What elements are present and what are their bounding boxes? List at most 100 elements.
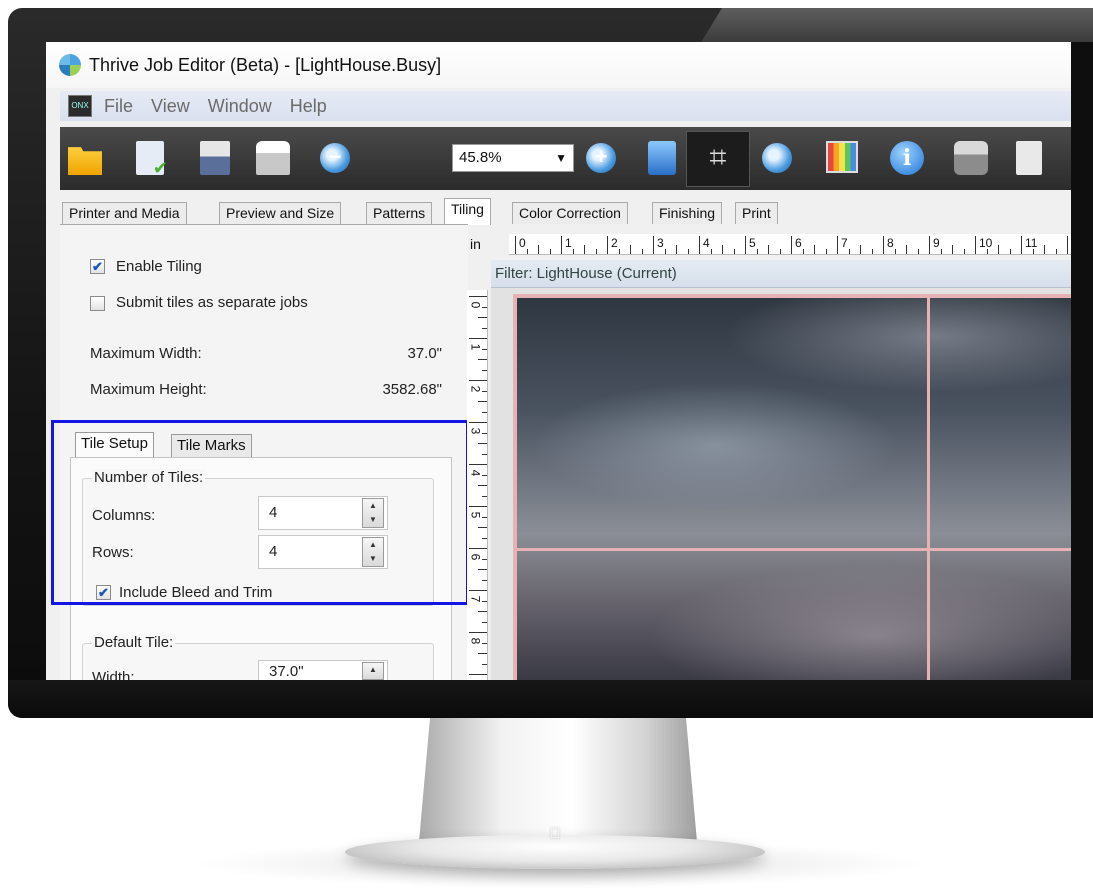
vertical-ruler: 0123456789 xyxy=(467,290,488,680)
ruler-minor-tick xyxy=(757,249,758,254)
ruler-minor-tick xyxy=(596,249,597,254)
menu-view[interactable]: View xyxy=(151,96,190,117)
open-folder-icon[interactable] xyxy=(68,141,102,175)
info-icon[interactable]: i xyxy=(890,141,924,175)
ruler-label: 0 xyxy=(468,302,482,309)
submit-separate-label: Submit tiles as separate jobs xyxy=(116,294,308,311)
ruler-label: 7 xyxy=(468,596,482,603)
ruler-minor-tick xyxy=(619,249,620,254)
tab-printer-and-media[interactable]: Printer and Media xyxy=(62,202,187,224)
tab-tiling[interactable]: Tiling xyxy=(444,198,491,225)
ruler-minor-tick xyxy=(711,249,712,254)
enable-tiling-checkbox[interactable]: ✔ xyxy=(90,259,105,274)
ruler-major-tick xyxy=(469,548,487,549)
max-width-value: 37.0" xyxy=(340,345,442,362)
menu-bar: ONX File View Window Help xyxy=(60,91,1071,121)
tab-color-correction[interactable]: Color Correction xyxy=(512,202,628,224)
ruler-minor-tick xyxy=(964,249,965,254)
ruler-minor-tick xyxy=(482,412,487,413)
ruler-label: 5 xyxy=(468,512,482,519)
color-swatch-icon[interactable] xyxy=(826,141,858,173)
ruler-minor-tick xyxy=(478,485,487,486)
ruler-major-tick xyxy=(607,236,608,254)
tab-patterns[interactable]: Patterns xyxy=(366,202,432,224)
ruler-minor-tick xyxy=(482,580,487,581)
ruler-minor-tick xyxy=(688,249,689,254)
save-icon[interactable] xyxy=(200,141,230,175)
preview-icon[interactable] xyxy=(648,141,676,175)
ruler-major-tick xyxy=(469,422,487,423)
ruler-minor-tick xyxy=(538,245,539,254)
highlight-box xyxy=(51,420,469,605)
tab-print[interactable]: Print xyxy=(735,202,778,224)
ruler-minor-tick xyxy=(482,454,487,455)
tile-border-left xyxy=(513,294,517,680)
ruler-minor-tick xyxy=(734,249,735,254)
ruler-label: 2 xyxy=(468,386,482,393)
ruler-major-tick xyxy=(469,674,487,675)
ruler-major-tick xyxy=(469,380,487,381)
zoom-in-icon[interactable]: + xyxy=(586,143,616,173)
submit-separate-checkbox[interactable] xyxy=(90,296,105,311)
ruler-major-tick xyxy=(515,236,516,254)
ruler-major-tick xyxy=(791,236,792,254)
ruler-major-tick xyxy=(1021,236,1022,254)
zoom-select[interactable]: 45.8% ▼ xyxy=(452,144,574,172)
ruler-minor-tick xyxy=(478,611,487,612)
ruler-major-tick xyxy=(837,236,838,254)
ruler-minor-tick xyxy=(780,249,781,254)
ruler-major-tick xyxy=(469,506,487,507)
crop-tool-button[interactable]: ⌗ xyxy=(686,131,750,187)
tile-divider-horizontal[interactable] xyxy=(513,548,1071,551)
tab-preview-and-size[interactable]: Preview and Size xyxy=(219,202,341,224)
ruler-minor-tick xyxy=(768,245,769,254)
ruler-minor-tick xyxy=(1010,249,1011,254)
ruler-label: 8 xyxy=(887,236,894,250)
ruler-minor-tick xyxy=(482,328,487,329)
window-title: Thrive Job Editor (Beta) - [LightHouse.B… xyxy=(89,55,441,76)
ruler-minor-tick xyxy=(482,538,487,539)
tab-finishing[interactable]: Finishing xyxy=(652,202,722,224)
thrive-app-icon xyxy=(59,54,81,76)
ruler-minor-tick xyxy=(482,643,487,644)
ruler-minor-tick xyxy=(584,245,585,254)
ruler-minor-tick xyxy=(478,443,487,444)
document-settings-icon[interactable] xyxy=(1016,141,1042,175)
edit-document-icon[interactable] xyxy=(136,141,164,175)
filter-bar: Filter: LightHouse (Current) xyxy=(491,260,1071,288)
ruler-major-tick xyxy=(1067,236,1068,254)
ruler-label: 4 xyxy=(468,470,482,477)
ruler-minor-tick xyxy=(478,359,487,360)
ruler-label: 5 xyxy=(749,236,756,250)
ruler-major-tick xyxy=(561,236,562,254)
ruler-label: 0 xyxy=(519,236,526,250)
max-width-label: Maximum Width: xyxy=(90,345,202,362)
ruler-minor-tick xyxy=(482,559,487,560)
search-icon[interactable] xyxy=(762,143,792,173)
ruler-minor-tick xyxy=(527,249,528,254)
chevron-down-icon: ▼ xyxy=(555,145,567,171)
preview-image xyxy=(515,296,1071,680)
ruler-minor-tick xyxy=(906,245,907,254)
menu-window[interactable]: Window xyxy=(208,96,272,117)
ruler-major-tick xyxy=(469,338,487,339)
ruler-minor-tick xyxy=(482,370,487,371)
ruler-minor-tick xyxy=(478,527,487,528)
tile-divider-vertical[interactable] xyxy=(927,294,930,680)
ruler-minor-tick xyxy=(478,569,487,570)
ruler-minor-tick xyxy=(573,249,574,254)
printer-settings-icon[interactable] xyxy=(954,141,988,175)
system-menu-icon[interactable]: ONX xyxy=(68,95,92,117)
ruler-major-tick xyxy=(929,236,930,254)
zoom-value: 45.8% xyxy=(459,149,502,166)
print-icon[interactable] xyxy=(256,141,290,175)
ruler-major-tick xyxy=(469,590,487,591)
width-spinner[interactable]: ▲ xyxy=(362,662,384,680)
menu-file[interactable]: File xyxy=(104,96,133,117)
tile-border-top xyxy=(513,294,1071,298)
zoom-out-icon[interactable]: − xyxy=(320,143,350,173)
menu-help[interactable]: Help xyxy=(290,96,327,117)
ruler-minor-tick xyxy=(482,664,487,665)
ruler-minor-tick xyxy=(952,245,953,254)
bezel-right-edge xyxy=(1071,42,1093,718)
